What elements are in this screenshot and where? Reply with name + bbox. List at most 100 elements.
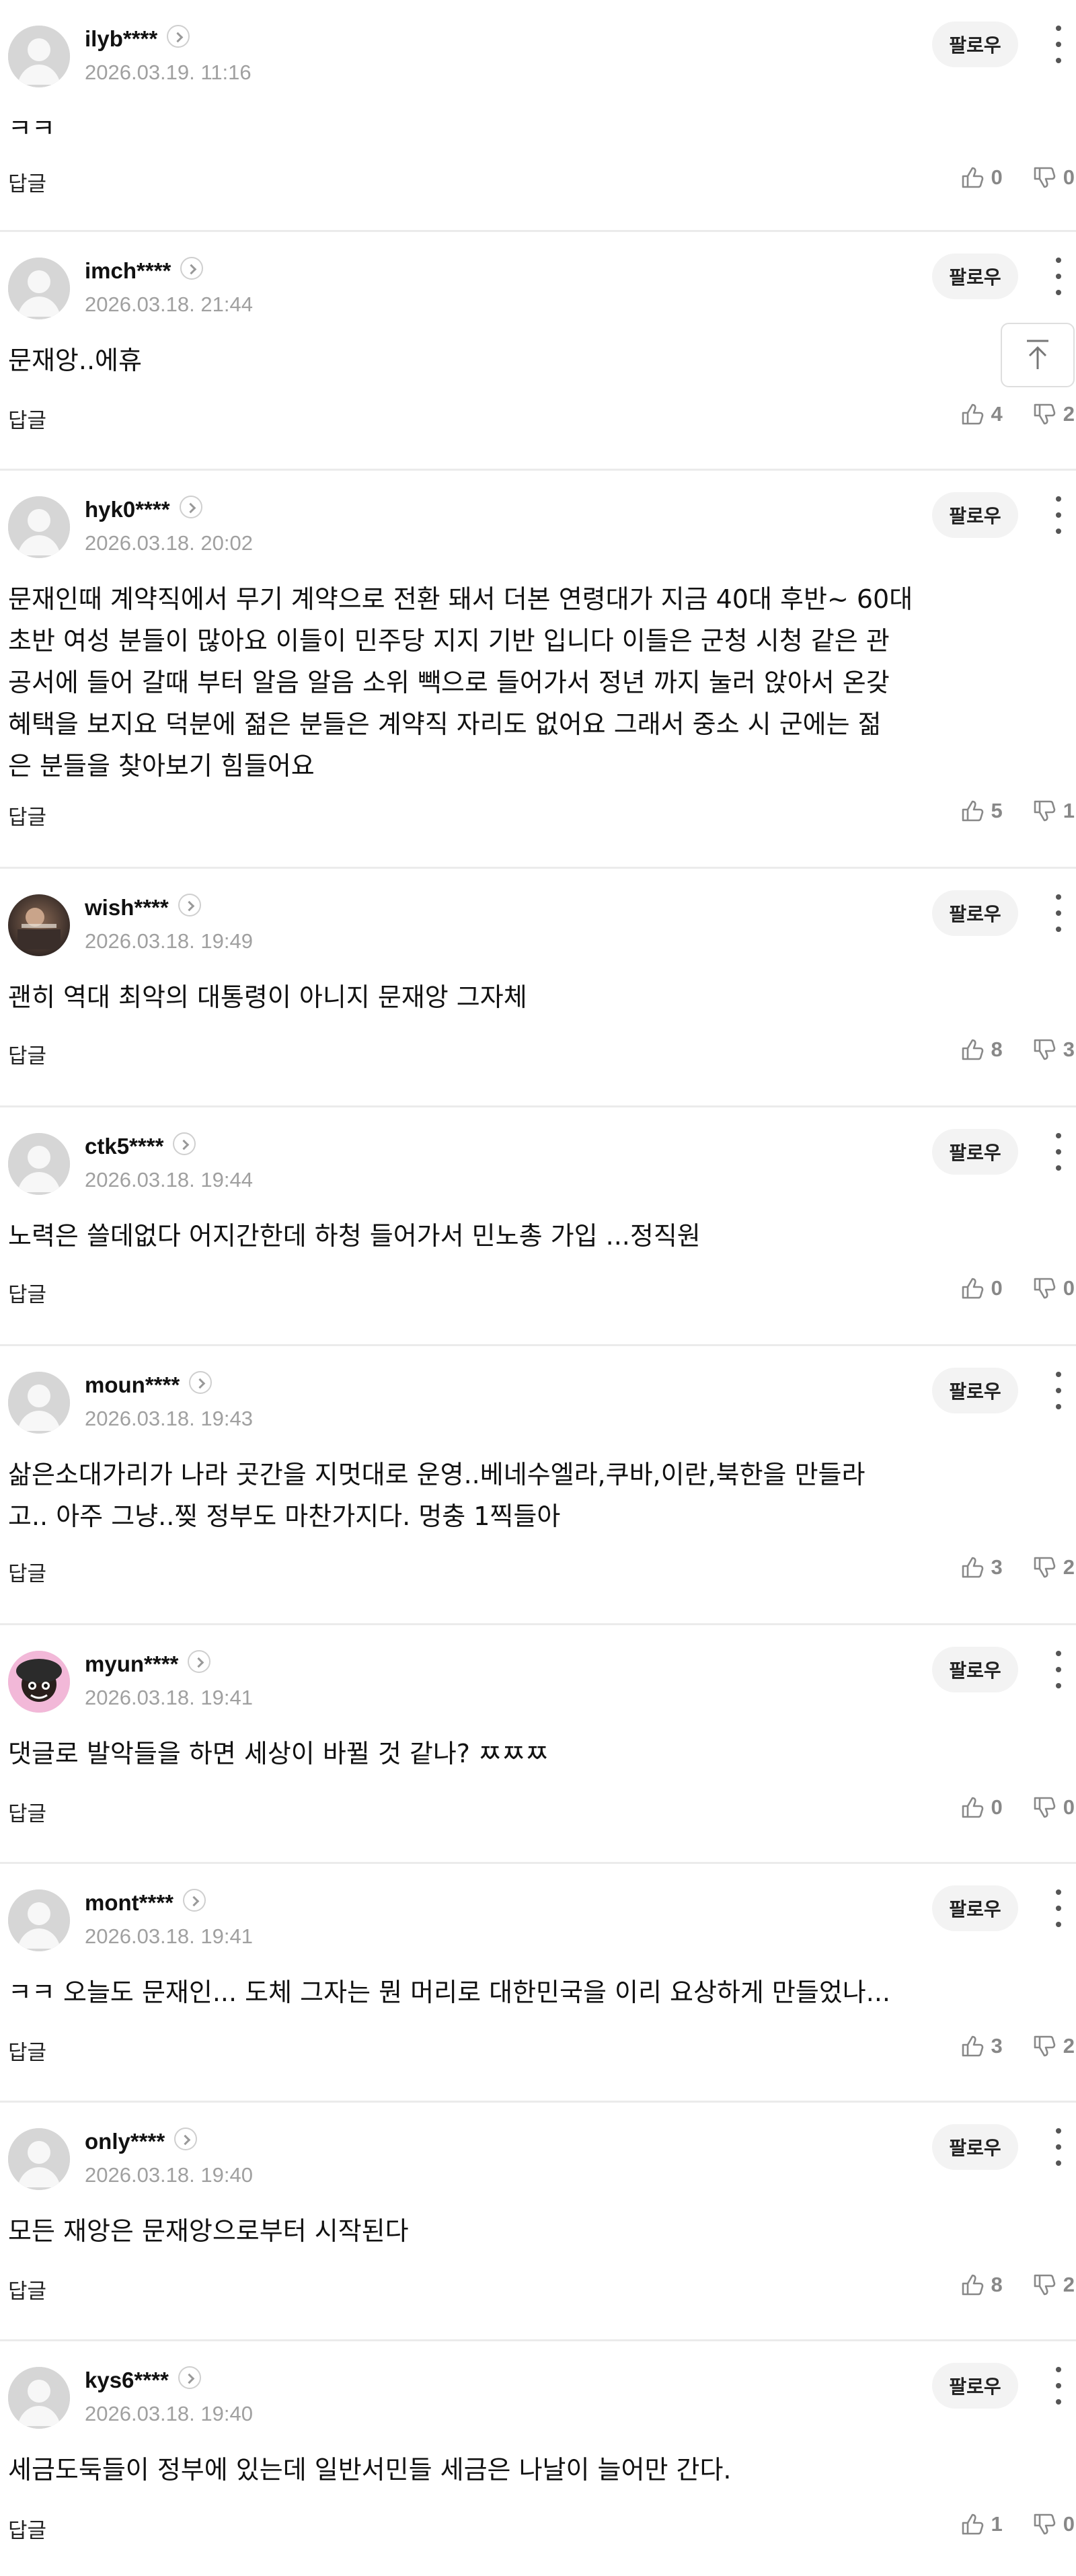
more-vertical-icon[interactable] <box>1050 894 1067 932</box>
dislike-button[interactable]: 2 <box>1031 401 1075 428</box>
dislike-button[interactable]: 2 <box>1031 2033 1075 2060</box>
avatar[interactable] <box>8 1651 70 1713</box>
follow-button[interactable]: 팔로우 <box>932 2363 1018 2409</box>
chevron-right-icon[interactable] <box>188 1650 211 1674</box>
dislike-button[interactable]: 3 <box>1031 1036 1075 1063</box>
more-vertical-icon[interactable] <box>1050 2367 1067 2405</box>
dislike-button[interactable]: 0 <box>1031 164 1075 191</box>
thumbs-up-icon <box>959 401 986 428</box>
follow-button[interactable]: 팔로우 <box>932 253 1018 299</box>
like-button[interactable]: 5 <box>959 797 1003 824</box>
dislike-button[interactable]: 2 <box>1031 1554 1075 1581</box>
username[interactable]: wish**** <box>85 894 201 921</box>
comment-date: 2026.03.18. 19:40 <box>85 2402 253 2425</box>
thumbs-down-icon <box>1031 2511 1058 2538</box>
follow-button[interactable]: 팔로우 <box>932 22 1018 67</box>
username[interactable]: ctk5**** <box>85 1132 196 1160</box>
username[interactable]: hyk0**** <box>85 496 202 523</box>
thumbs-up-icon <box>959 1036 986 1063</box>
thumbs-up-icon <box>959 1794 986 1821</box>
more-vertical-icon[interactable] <box>1050 26 1067 63</box>
dislike-button[interactable]: 0 <box>1031 2511 1075 2538</box>
follow-button[interactable]: 팔로우 <box>932 1368 1018 1413</box>
comment-text: ㅋㅋ 오늘도 문재인... 도체 그자는 뭔 머리로 대한민국을 이리 요상하게… <box>8 1978 890 2007</box>
comment-item: only**** 2026.03.18. 19:40 팔로우 모든 재앙은 문재… <box>0 2103 1076 2341</box>
comment-date: 2026.03.18. 20:02 <box>85 531 253 555</box>
avatar[interactable] <box>8 2128 70 2190</box>
chevron-right-icon[interactable] <box>178 2366 201 2390</box>
username[interactable]: moun**** <box>85 1371 213 1399</box>
scroll-to-top-button[interactable] <box>1001 323 1075 387</box>
more-vertical-icon[interactable] <box>1050 258 1067 295</box>
username[interactable]: ilyb**** <box>85 25 190 52</box>
follow-button[interactable]: 팔로우 <box>932 1885 1018 1931</box>
chevron-right-icon[interactable] <box>174 2128 198 2151</box>
follow-button[interactable]: 팔로우 <box>932 492 1018 538</box>
reply-button[interactable]: 답글 <box>8 2035 46 2066</box>
reply-button[interactable]: 답글 <box>8 2274 46 2304</box>
username[interactable]: mont**** <box>85 1889 206 1916</box>
like-button[interactable]: 1 <box>959 2511 1003 2538</box>
reply-button[interactable]: 답글 <box>8 1557 46 1587</box>
like-button[interactable]: 8 <box>959 2271 1003 2298</box>
like-button[interactable]: 0 <box>959 1275 1003 1302</box>
chevron-right-icon[interactable] <box>183 1889 206 1912</box>
dislike-button[interactable]: 2 <box>1031 2271 1075 2298</box>
avatar[interactable] <box>8 1372 70 1434</box>
avatar[interactable] <box>8 26 70 87</box>
dislike-button[interactable]: 1 <box>1031 797 1075 824</box>
reply-button[interactable]: 답글 <box>8 403 46 434</box>
username[interactable]: myun**** <box>85 1650 211 1678</box>
comment-text: 괜히 역대 최악의 대통령이 아니지 문재앙 그자체 <box>8 982 527 1012</box>
follow-button[interactable]: 팔로우 <box>932 1129 1018 1175</box>
reply-button[interactable]: 답글 <box>8 1278 46 1308</box>
reply-button[interactable]: 답글 <box>8 800 46 830</box>
chevron-right-icon[interactable] <box>189 1371 213 1395</box>
more-vertical-icon[interactable] <box>1050 2128 1067 2166</box>
comment-item: imch**** 2026.03.18. 21:44 팔로우 문재앙..에휴 답… <box>0 232 1076 471</box>
reply-button[interactable]: 답글 <box>8 2513 46 2544</box>
like-button[interactable]: 3 <box>959 2033 1003 2060</box>
vote-group: 3 2 <box>931 2033 1075 2060</box>
like-count: 0 <box>991 165 1003 189</box>
vote-group: 0 0 <box>931 164 1075 191</box>
thumbs-down-icon <box>1031 1275 1058 1302</box>
avatar[interactable] <box>8 1133 70 1195</box>
avatar[interactable] <box>8 2367 70 2429</box>
thumbs-down-icon <box>1031 2033 1058 2060</box>
vote-group: 1 0 <box>931 2511 1075 2538</box>
reply-button[interactable]: 답글 <box>8 1797 46 1827</box>
reply-button[interactable]: 답글 <box>8 167 46 197</box>
follow-button[interactable]: 팔로우 <box>932 1647 1018 1692</box>
like-button[interactable]: 0 <box>959 1794 1003 1821</box>
chevron-right-icon[interactable] <box>179 496 202 519</box>
like-button[interactable]: 0 <box>959 164 1003 191</box>
avatar[interactable] <box>8 894 70 956</box>
dislike-button[interactable]: 0 <box>1031 1275 1075 1302</box>
more-vertical-icon[interactable] <box>1050 1889 1067 1927</box>
reply-button[interactable]: 답글 <box>8 1039 46 1069</box>
dislike-count: 0 <box>1063 1795 1075 1819</box>
dislike-button[interactable]: 0 <box>1031 1794 1075 1821</box>
avatar[interactable] <box>8 258 70 319</box>
dislike-count: 0 <box>1063 2512 1075 2536</box>
more-vertical-icon[interactable] <box>1050 1651 1067 1688</box>
avatar[interactable] <box>8 496 70 558</box>
avatar[interactable] <box>8 1889 70 1951</box>
username[interactable]: kys6**** <box>85 2366 201 2394</box>
more-vertical-icon[interactable] <box>1050 1372 1067 1409</box>
more-vertical-icon[interactable] <box>1050 496 1067 534</box>
chevron-right-icon[interactable] <box>173 1132 196 1156</box>
comment-date: 2026.03.18. 21:44 <box>85 292 253 316</box>
chevron-right-icon[interactable] <box>167 25 190 48</box>
like-button[interactable]: 4 <box>959 401 1003 428</box>
chevron-right-icon[interactable] <box>180 257 204 280</box>
like-button[interactable]: 8 <box>959 1036 1003 1063</box>
username[interactable]: imch**** <box>85 257 204 284</box>
follow-button[interactable]: 팔로우 <box>932 2124 1018 2170</box>
chevron-right-icon[interactable] <box>178 894 201 917</box>
like-button[interactable]: 3 <box>959 1554 1003 1581</box>
follow-button[interactable]: 팔로우 <box>932 890 1018 936</box>
more-vertical-icon[interactable] <box>1050 1133 1067 1171</box>
username[interactable]: only**** <box>85 2128 198 2155</box>
